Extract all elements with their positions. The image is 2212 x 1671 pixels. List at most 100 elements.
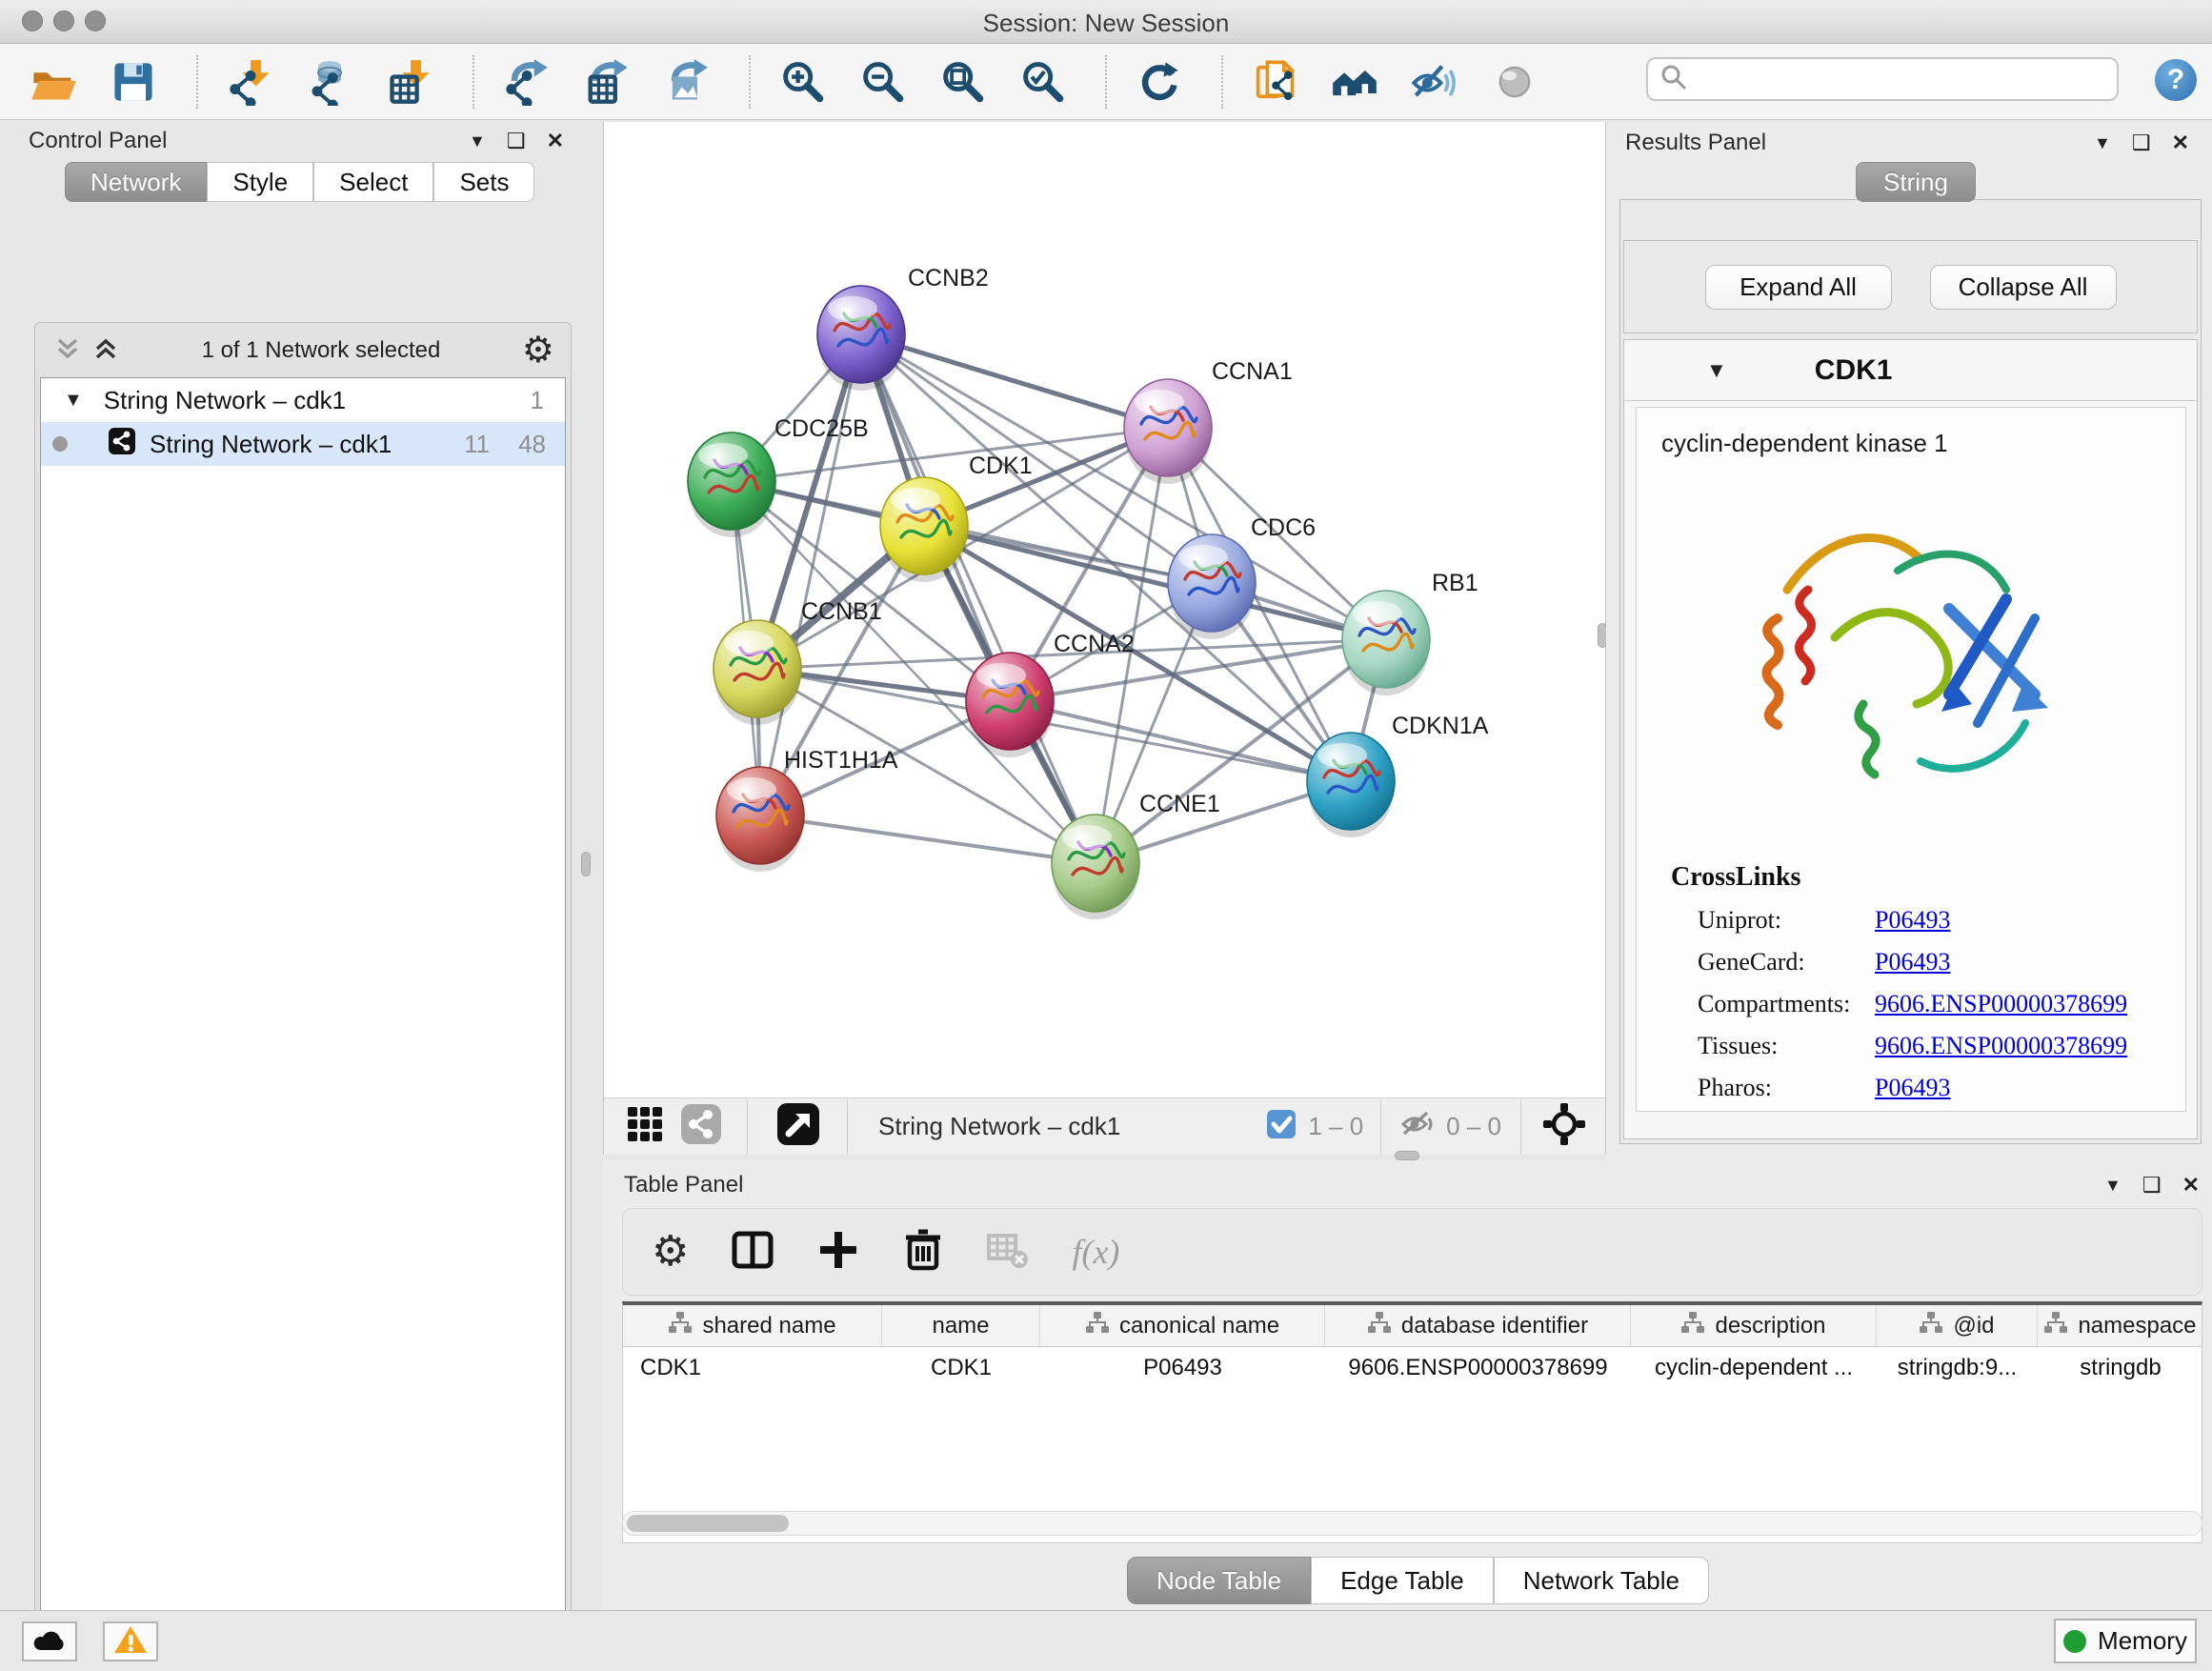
network-node[interactable] <box>716 767 804 872</box>
hidden-eye-icon[interactable] <box>1398 1105 1437 1148</box>
hide-unhide-icon[interactable] <box>1408 55 1461 109</box>
column-header-database-identifier[interactable]: database identifier <box>1325 1305 1631 1346</box>
expand-all-chevron-icon[interactable] <box>91 334 120 368</box>
network-node[interactable] <box>1052 815 1139 919</box>
collection-expand-icon[interactable]: ▼ <box>64 390 83 412</box>
column-header-description[interactable]: description <box>1631 1305 1877 1346</box>
zoom-in-icon[interactable] <box>775 55 829 109</box>
tab-select[interactable]: Select <box>313 162 433 202</box>
left-splitter-handle[interactable] <box>581 852 591 876</box>
cdk1-expand-icon[interactable]: ▼ <box>1706 358 1727 383</box>
crosslink-link[interactable]: P06493 <box>1875 948 1950 976</box>
zoom-out-icon[interactable] <box>855 55 909 109</box>
network-node[interactable] <box>1124 379 1212 484</box>
table-cell[interactable]: P06493 <box>1040 1347 1325 1389</box>
table-panel-float-icon[interactable]: ▼ <box>2104 1176 2122 1196</box>
grid-view-icon[interactable] <box>625 1104 665 1149</box>
selected-checkbox-icon[interactable] <box>1266 1109 1297 1144</box>
table-cell[interactable]: CDK1 <box>623 1347 882 1389</box>
control-panel-float-icon[interactable]: ▼ <box>469 131 486 151</box>
fit-content-crosshair-icon[interactable] <box>1542 1102 1586 1151</box>
add-column-icon[interactable] <box>816 1228 860 1277</box>
crosslink-link[interactable]: 9606.ENSP00000378699 <box>1875 990 2127 1018</box>
table-cell[interactable]: stringdb <box>2038 1347 2202 1389</box>
table-cell[interactable]: cyclin-dependent ... <box>1631 1347 1877 1389</box>
network-share-view-icon[interactable] <box>680 1103 722 1150</box>
network-edge[interactable] <box>760 334 861 815</box>
import-network-icon[interactable] <box>223 55 276 109</box>
share-document-icon[interactable] <box>1248 55 1301 109</box>
tab-network-table[interactable]: Network Table <box>1494 1557 1709 1604</box>
network-edge[interactable] <box>1010 701 1351 781</box>
table-cell[interactable]: stringdb:9... <box>1877 1347 2038 1389</box>
home-pair-icon[interactable] <box>1328 55 1381 109</box>
column-header--id[interactable]: @id <box>1877 1305 2038 1346</box>
delete-column-trash-icon[interactable] <box>902 1228 944 1277</box>
show-columns-icon[interactable] <box>731 1228 774 1277</box>
network-edge[interactable] <box>861 334 1168 428</box>
warning-button[interactable] <box>103 1621 158 1661</box>
zoom-fit-icon[interactable] <box>935 55 989 109</box>
import-table-icon[interactable] <box>383 55 436 109</box>
column-header-name[interactable]: name <box>882 1305 1040 1346</box>
zoom-selected-icon[interactable] <box>1016 55 1069 109</box>
open-icon[interactable] <box>27 55 80 109</box>
table-panel-close-icon[interactable]: ✕ <box>2182 1173 2200 1198</box>
export-table-icon[interactable] <box>579 55 633 109</box>
network-row-selected[interactable]: String Network – cdk1 11 48 <box>41 422 565 466</box>
refresh-icon[interactable] <box>1132 55 1185 109</box>
network-canvas[interactable]: CCNB2CCNA1CDC25BCDK1CDC6RB1CCNB1CCNA2CDK… <box>604 122 1605 1097</box>
help-button[interactable]: ? <box>2155 59 2197 101</box>
table-panel-maximize-icon[interactable]: ❑ <box>2142 1173 2162 1198</box>
column-header-shared-name[interactable]: shared name <box>623 1305 882 1346</box>
results-panel-maximize-icon[interactable]: ❑ <box>2132 131 2151 155</box>
highlight-icon[interactable] <box>1488 55 1541 109</box>
network-node[interactable] <box>714 620 801 725</box>
cdk1-section-header[interactable]: ▼ CDK1 <box>1624 340 2197 401</box>
crosslink-link[interactable]: 9606.ENSP00000378699 <box>1875 1032 2127 1060</box>
memory-button[interactable]: Memory <box>2054 1619 2197 1663</box>
export-image-icon[interactable] <box>659 55 713 109</box>
tab-edge-table[interactable]: Edge Table <box>1311 1557 1494 1604</box>
table-row[interactable]: CDK1CDK1P064939606.ENSP00000378699cyclin… <box>623 1347 2202 1389</box>
tab-sets[interactable]: Sets <box>433 162 534 202</box>
results-panel-close-icon[interactable]: ✕ <box>2172 131 2189 155</box>
bottom-splitter-handle[interactable] <box>1395 1151 1419 1160</box>
collapse-all-chevron-icon[interactable] <box>53 334 82 368</box>
tab-network[interactable]: Network <box>65 162 207 202</box>
network-node[interactable] <box>1307 733 1395 837</box>
export-network-icon[interactable] <box>499 55 553 109</box>
tab-string[interactable]: String <box>1856 162 1976 202</box>
expand-all-button[interactable]: Expand All <box>1705 265 1892 310</box>
network-edge[interactable] <box>861 334 1096 863</box>
network-options-gear-icon[interactable]: ⚙ <box>522 332 554 369</box>
table-cell[interactable]: CDK1 <box>882 1347 1040 1389</box>
tab-node-table[interactable]: Node Table <box>1127 1557 1311 1604</box>
table-options-gear-icon[interactable]: ⚙ <box>652 1231 689 1273</box>
network-node[interactable] <box>1342 591 1430 695</box>
network-node[interactable] <box>817 286 905 391</box>
network-collection-row[interactable]: ▼ String Network – cdk1 1 <box>41 378 565 422</box>
import-database-icon[interactable] <box>303 55 356 109</box>
save-icon[interactable] <box>107 55 160 109</box>
network-node[interactable] <box>880 477 968 582</box>
column-header-canonical-name[interactable]: canonical name <box>1040 1305 1325 1346</box>
table-hscrollbar-thumb[interactable] <box>627 1515 789 1532</box>
network-node[interactable] <box>688 433 775 537</box>
tab-style[interactable]: Style <box>207 162 313 202</box>
network-node[interactable] <box>1168 534 1256 639</box>
cloud-button[interactable] <box>22 1621 77 1661</box>
results-panel-float-icon[interactable]: ▼ <box>2094 133 2111 153</box>
collapse-all-button[interactable]: Collapse All <box>1930 265 2117 310</box>
table-cell[interactable]: 9606.ENSP00000378699 <box>1325 1347 1631 1389</box>
network-node[interactable] <box>966 653 1054 757</box>
column-header-namespace[interactable]: namespace <box>2038 1305 2202 1346</box>
crosslink-link[interactable]: P06493 <box>1875 906 1950 935</box>
birds-eye-view-icon[interactable] <box>776 1102 820 1151</box>
crosslink-link[interactable]: P06493 <box>1875 1074 1950 1102</box>
control-panel-maximize-icon[interactable]: ❑ <box>507 129 526 153</box>
control-panel-close-icon[interactable]: ✕ <box>547 129 564 153</box>
network-edge[interactable] <box>760 815 1096 863</box>
table-hscrollbar[interactable] <box>622 1511 2202 1536</box>
search-input[interactable] <box>1646 57 2119 101</box>
